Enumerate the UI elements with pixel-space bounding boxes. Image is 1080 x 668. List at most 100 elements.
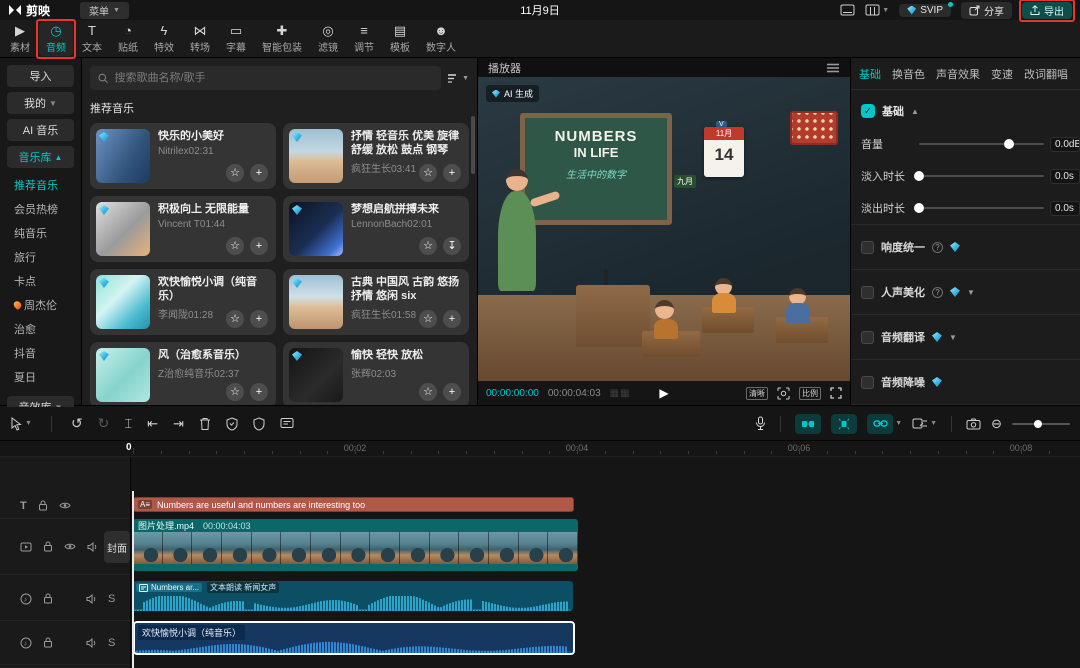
toolbar-item-12[interactable]: ☻ 数字人	[419, 22, 463, 56]
auto-snap-toggle[interactable]	[831, 414, 857, 434]
video-clip[interactable]: 图片处理.mp4 00:00:04:03	[133, 519, 578, 571]
help-icon[interactable]: ?	[932, 242, 943, 253]
slider-track[interactable]	[919, 207, 1044, 209]
tab-3[interactable]: 声音效果	[936, 66, 980, 82]
tab-4[interactable]: 变速	[991, 66, 1013, 82]
redo-button[interactable]: ↻	[98, 415, 110, 432]
toolbar-item-10[interactable]: ≡ 调节	[347, 22, 381, 56]
tts-audio-clip[interactable]: Numbers ar... 文本朗读 新闻女声	[133, 581, 573, 611]
library-category[interactable]: 推荐音乐	[7, 175, 74, 195]
record-button[interactable]	[755, 416, 766, 431]
zoom-slider-knob[interactable]	[1034, 420, 1042, 428]
slider-value[interactable]: 0.0s	[1050, 201, 1080, 216]
slider-track[interactable]	[919, 175, 1044, 177]
filter-button[interactable]: ▼	[447, 73, 469, 84]
option-checkbox[interactable]	[861, 286, 874, 299]
favorite-button[interactable]: ☆	[226, 383, 244, 401]
add-button[interactable]: +	[250, 237, 268, 255]
undo-button[interactable]: ↺	[71, 415, 83, 432]
add-button[interactable]: +	[443, 383, 461, 401]
chevron-up-icon[interactable]: ▲	[911, 107, 919, 116]
cover-camera-button[interactable]	[966, 418, 981, 430]
menu-button[interactable]: 菜单▼	[80, 2, 129, 19]
library-category[interactable]: 治愈	[7, 319, 74, 339]
option-checkbox[interactable]	[861, 376, 874, 389]
toolbar-item-5[interactable]: ϟ 特效	[147, 22, 181, 56]
player-menu-icon[interactable]	[826, 63, 840, 73]
lock-icon[interactable]	[43, 593, 53, 604]
slider-knob[interactable]	[914, 171, 924, 181]
speaker-icon[interactable]	[86, 594, 97, 604]
music-card[interactable]: 风（治愈系音乐） Z治愈纯音乐02:37 ☆ +	[90, 342, 276, 405]
music-card[interactable]: 愉快 轻快 放松 张辉02:03 ☆ +	[283, 342, 469, 405]
option-checkbox[interactable]	[861, 331, 874, 344]
toolbar-item-3[interactable]: T 文本	[75, 22, 109, 56]
toolbar-item-8[interactable]: ✚ 智能包装	[255, 22, 309, 56]
share-button[interactable]: 分享	[961, 2, 1012, 19]
favorite-button[interactable]: ☆	[419, 310, 437, 328]
sidebar-mine-button[interactable]: 我的▼	[7, 92, 74, 114]
split-left-button[interactable]: ⇤	[147, 416, 158, 432]
add-button[interactable]: +	[443, 164, 461, 182]
focus-icon[interactable]	[777, 387, 790, 400]
library-category[interactable]: 会员热榜	[7, 199, 74, 219]
toolbar-item-11[interactable]: ▤ 模板	[383, 22, 417, 56]
favorite-button[interactable]: ☆	[419, 237, 437, 255]
chevron-down-icon[interactable]: ▼	[895, 420, 902, 427]
chevron-down-icon[interactable]: ▼	[949, 333, 957, 342]
toolbar-item-1[interactable]: ▶ 素材	[3, 22, 37, 56]
music-card[interactable]: 积极向上 无限能量 Vincent T01:44 ☆ +	[90, 196, 276, 262]
main-track-magnet-toggle[interactable]	[795, 414, 821, 434]
favorite-button[interactable]: ☆	[419, 383, 437, 401]
slider-knob[interactable]	[1004, 139, 1014, 149]
library-category[interactable]: 卡点	[7, 271, 74, 291]
marker-button[interactable]	[280, 417, 294, 430]
sidebar-import-button[interactable]: 导入	[7, 65, 74, 87]
speaker-icon[interactable]	[87, 542, 98, 552]
solo-icon[interactable]: S	[108, 593, 115, 605]
lock-icon[interactable]	[38, 500, 48, 511]
music-card[interactable]: 古典 中国风 古韵 悠扬 抒情 悠闲 six 疯狂生长01:58 ☆ +	[283, 269, 469, 335]
add-button[interactable]: +	[250, 310, 268, 328]
ratio-button[interactable]: 比例	[799, 387, 821, 400]
layout-bottom-icon[interactable]	[840, 4, 855, 16]
quality-button[interactable]: 清晰	[746, 387, 768, 400]
playhead[interactable]	[132, 491, 134, 668]
eye-icon[interactable]	[64, 542, 76, 551]
toolbar-item-2[interactable]: ◷ 音频	[39, 22, 73, 56]
add-button[interactable]: +	[250, 164, 268, 182]
slider-value[interactable]: 0.0dB	[1050, 137, 1080, 152]
music-card[interactable]: 抒情 轻音乐 优美 旋律 舒缓 放松 鼓点 钢琴 疯狂生长03:41 ☆ +	[283, 123, 469, 189]
option-checkbox[interactable]	[861, 241, 874, 254]
library-category[interactable]: 夏日	[7, 367, 74, 387]
music-card[interactable]: 快乐的小美好 Nitrilex02:31 ☆ +	[90, 123, 276, 189]
text-clip[interactable]: A≡ Numbers are useful and numbers are in…	[133, 497, 574, 512]
slider-knob[interactable]	[914, 203, 924, 213]
slider-value[interactable]: 0.0s	[1050, 169, 1080, 184]
split-button[interactable]: ⌶	[124, 416, 132, 432]
chevron-down-icon[interactable]: ▼	[930, 420, 937, 427]
freeze-button[interactable]	[226, 417, 238, 431]
library-category[interactable]: 纯音乐	[7, 223, 74, 243]
linkage-toggle[interactable]	[867, 414, 893, 434]
mask-button[interactable]	[253, 417, 265, 431]
slider-track[interactable]	[919, 143, 1044, 145]
tab-1[interactable]: 基础	[859, 66, 881, 82]
music-card[interactable]: 梦想启航拼搏未来 LennonBach02:01 ☆ ↧	[283, 196, 469, 262]
add-button[interactable]: +	[443, 310, 461, 328]
favorite-button[interactable]: ☆	[226, 310, 244, 328]
delete-button[interactable]	[199, 417, 211, 431]
preview-axis-button[interactable]	[912, 417, 928, 430]
fullscreen-icon[interactable]	[830, 387, 842, 399]
toolbar-item-6[interactable]: ⋈ 转场	[183, 22, 217, 56]
sidebar-music-library-button[interactable]: 音乐库▲	[7, 146, 74, 168]
search-box[interactable]	[90, 66, 441, 90]
toolbar-item-9[interactable]: ◎ 滤镜	[311, 22, 345, 56]
video-preview[interactable]: NUMBERS IN LIFE 生活中的数字 九月 V 11月 14	[478, 77, 850, 381]
zoom-out-button[interactable]: ⊖	[991, 416, 1002, 432]
speaker-icon[interactable]	[86, 638, 97, 648]
scrollbar[interactable]	[471, 116, 475, 174]
library-category[interactable]: 周杰伦	[7, 295, 74, 315]
library-category[interactable]: 抖音	[7, 343, 74, 363]
toolbar-item-7[interactable]: ▭ 字幕	[219, 22, 253, 56]
